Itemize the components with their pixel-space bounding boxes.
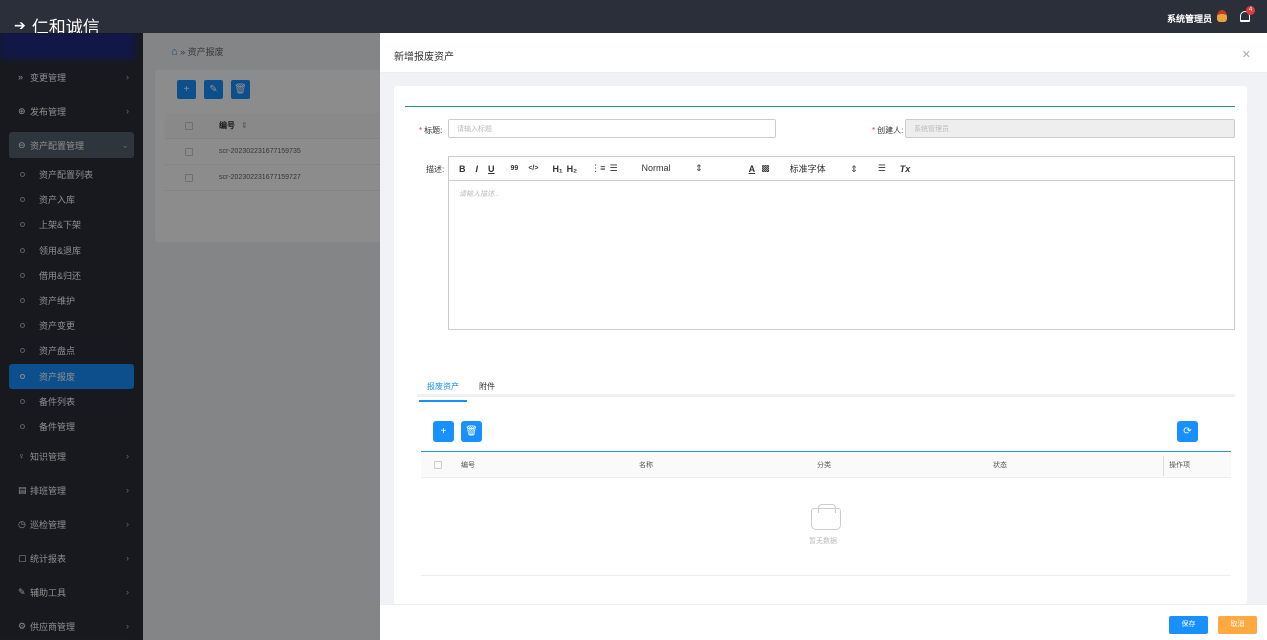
- col-actions: 操作项: [1169, 461, 1190, 469]
- ordered-list-icon[interactable]: ⋮≡: [591, 163, 605, 174]
- tab-attachments[interactable]: 附件: [479, 381, 495, 392]
- notification-badge: 4: [1246, 6, 1255, 15]
- rich-text-editor[interactable]: B I U 99 </> H₁ H₂ ⋮≡ ☰ Normal ⇕ A ▩ 标准字…: [448, 156, 1235, 330]
- quote-icon[interactable]: 99: [511, 165, 519, 172]
- logo-mark-icon: ➔: [14, 17, 26, 33]
- drawer-footer: 保存 取消: [380, 604, 1267, 640]
- creator-field: 系统管理员: [905, 119, 1235, 138]
- h1-icon[interactable]: H₁: [552, 164, 562, 174]
- clear-format-icon[interactable]: Tx: [900, 164, 911, 174]
- size-select[interactable]: Normal ⇕: [642, 163, 713, 174]
- empty-text: 暂无数据: [809, 538, 837, 545]
- creator-label: * 创建人:: [872, 126, 904, 135]
- col-status: 状态: [993, 461, 1007, 469]
- drawer-title: 新增报废资产: [394, 52, 454, 63]
- col-category: 分类: [817, 461, 831, 469]
- asset-grid: 编号 名称 分类 状态 操作项 暂无数据: [421, 451, 1231, 576]
- cancel-button[interactable]: 取消: [1218, 616, 1257, 634]
- column-divider: [1163, 456, 1164, 476]
- underline-icon[interactable]: U: [488, 164, 495, 174]
- code-icon[interactable]: </>: [528, 165, 538, 172]
- tab-bar: 报废资产 附件: [417, 373, 1235, 402]
- refresh-button[interactable]: ⟳: [1177, 421, 1198, 442]
- select-all-checkbox[interactable]: [434, 460, 442, 469]
- form-panel: * 标题: 请输入标题 * 创建人: 系统管理员 描述: B I U 99 </> …: [394, 86, 1247, 604]
- editor-toolbar: B I U 99 </> H₁ H₂ ⋮≡ ☰ Normal ⇕ A ▩ 标准字…: [449, 157, 1234, 181]
- col-number: 编号: [461, 461, 475, 469]
- save-button[interactable]: 保存: [1169, 616, 1208, 634]
- avatar[interactable]: [1217, 10, 1227, 22]
- align-icon[interactable]: ☰: [878, 163, 886, 174]
- modal-overlay[interactable]: [0, 33, 380, 640]
- empty-state: 暂无数据: [421, 478, 1231, 576]
- user-name[interactable]: 系统管理员: [1167, 12, 1212, 25]
- title-label: * 标题:: [419, 126, 443, 135]
- title-input[interactable]: 请输入标题: [448, 119, 776, 138]
- delete-row-button[interactable]: 🗑: [461, 421, 482, 442]
- bold-icon[interactable]: B: [459, 164, 466, 174]
- font-select[interactable]: 标准字体 ⇕: [790, 162, 868, 175]
- bullet-list-icon[interactable]: ☰: [609, 163, 617, 174]
- description-label: 描述:: [426, 165, 445, 174]
- grid-header: 编号 名称 分类 状态 操作项: [421, 451, 1231, 478]
- add-row-button[interactable]: +: [433, 421, 454, 442]
- top-bar: ➔ 仁和诚信 系统管理员 4: [0, 0, 1267, 37]
- tab-scrap-assets[interactable]: 报废资产: [419, 381, 467, 402]
- color-icon[interactable]: A: [749, 164, 756, 174]
- editor-placeholder: 请输入描述...: [459, 191, 500, 198]
- grid-toolbar: + 🗑: [433, 421, 482, 442]
- add-scrap-drawer: 新增报废资产 ✕ * 标题: 请输入标题 * 创建人: 系统管理员 描述: B I …: [380, 33, 1267, 640]
- col-name: 名称: [639, 461, 653, 469]
- divider: [405, 106, 1235, 107]
- close-icon[interactable]: ✕: [1242, 48, 1251, 61]
- background-icon[interactable]: ▩: [761, 163, 770, 174]
- italic-icon[interactable]: I: [476, 164, 479, 174]
- h2-icon[interactable]: H₂: [567, 164, 578, 174]
- empty-box-icon: [811, 504, 841, 530]
- drawer-header: 新增报废资产 ✕: [380, 33, 1267, 73]
